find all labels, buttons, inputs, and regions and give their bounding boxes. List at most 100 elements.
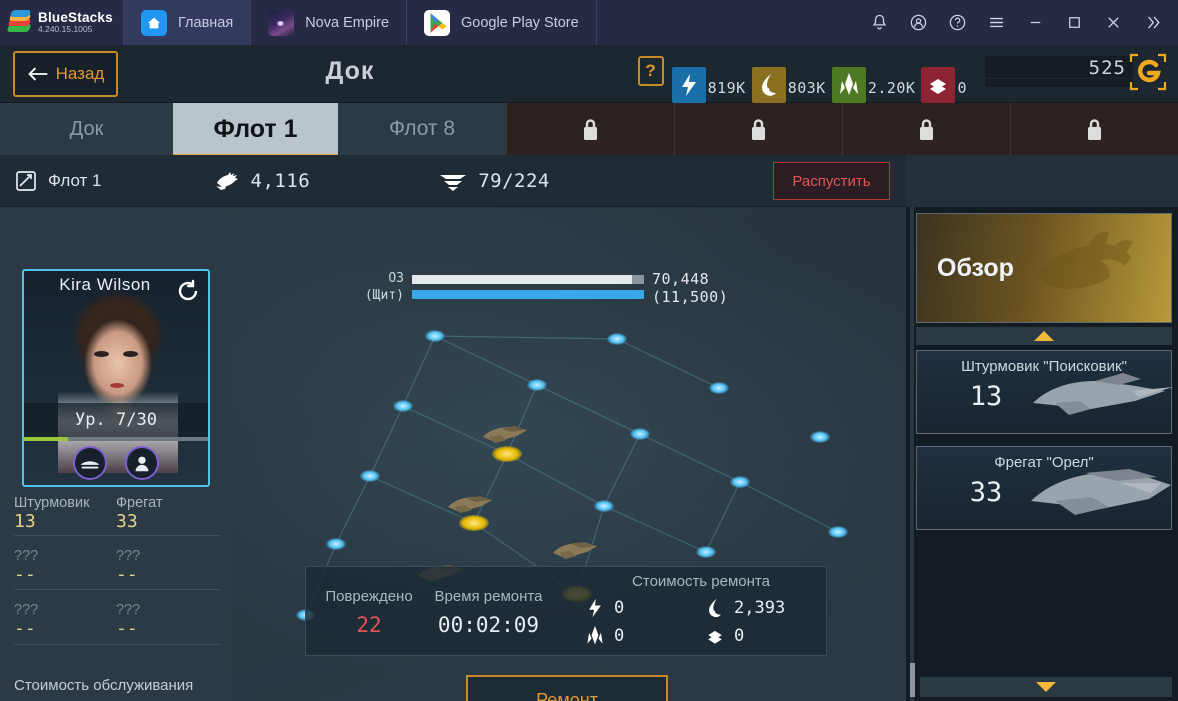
formation-node[interactable] bbox=[326, 538, 346, 550]
game-viewport: Назад Док ? 819K 803K 2.20K 0 525 Док Фл… bbox=[0, 45, 1178, 701]
alloy-value: 0 bbox=[957, 79, 967, 97]
tab-dock[interactable]: Док bbox=[0, 103, 173, 155]
resource-gas[interactable]: 803K bbox=[751, 45, 832, 103]
tab-locked-4[interactable] bbox=[1010, 103, 1178, 155]
close-icon[interactable] bbox=[1094, 0, 1133, 45]
resource-alloy[interactable]: 0 bbox=[921, 45, 973, 103]
formation-node[interactable] bbox=[730, 476, 750, 488]
repair-cost-crystal-value: 0 bbox=[614, 626, 625, 646]
overview-ship-art bbox=[1027, 224, 1157, 314]
gas-icon bbox=[709, 598, 721, 618]
maintenance-cost: Стоимость обслуживания 145 145 bbox=[14, 677, 224, 701]
lock-icon bbox=[752, 118, 765, 140]
stat-value: -- bbox=[116, 564, 138, 585]
formation-node-occupied[interactable] bbox=[459, 515, 489, 531]
alloy-icon bbox=[708, 630, 722, 644]
tab-locked-3[interactable] bbox=[842, 103, 1010, 155]
menu-icon[interactable] bbox=[977, 0, 1016, 45]
triangle-down-icon bbox=[1036, 682, 1056, 692]
sidebar-scrollbar-thumb[interactable] bbox=[910, 663, 915, 697]
help-icon[interactable] bbox=[938, 0, 977, 45]
premium-currency[interactable]: 525 bbox=[985, 52, 1170, 92]
tab-locked-1[interactable] bbox=[506, 103, 674, 155]
fleet-power-item: 4,116 bbox=[214, 169, 311, 193]
tab-fleet-8-label: Флот 8 bbox=[388, 117, 456, 140]
hp-shield-values: 70,448 (11,500) bbox=[652, 270, 728, 306]
tab-google-play-store[interactable]: Google Play Store bbox=[407, 0, 596, 45]
formation-ship[interactable] bbox=[481, 424, 529, 444]
quest-badge[interactable]: ? bbox=[637, 56, 664, 86]
formation-node-occupied[interactable] bbox=[492, 446, 522, 462]
tab-home[interactable]: Главная bbox=[124, 0, 251, 45]
formation-node[interactable] bbox=[527, 379, 547, 391]
minimize-icon[interactable] bbox=[1016, 0, 1055, 45]
stat-value: 33 bbox=[116, 511, 138, 532]
gas-value: 803K bbox=[787, 79, 826, 97]
repair-cost-metal-value: 0 bbox=[614, 598, 625, 618]
fleet-name-item[interactable]: Флот 1 bbox=[14, 169, 102, 193]
notifications-icon[interactable] bbox=[860, 0, 899, 45]
triangle-up-icon bbox=[1034, 331, 1054, 341]
resource-metal[interactable]: 819K bbox=[671, 45, 752, 103]
commander-card[interactable]: Kira Wilson Ур. 7/30 bbox=[22, 269, 210, 487]
formation-node[interactable] bbox=[709, 382, 729, 394]
sidebar-ship-card[interactable]: Фрегат "Орел" 33 bbox=[916, 446, 1172, 530]
arrow-left-icon bbox=[27, 67, 47, 81]
repair-cost-metal: 0 bbox=[584, 597, 704, 619]
stat-value: -- bbox=[14, 618, 36, 639]
tab-fleet-8[interactable]: Флот 8 bbox=[338, 103, 506, 155]
hp-bar bbox=[412, 275, 644, 284]
formation-node[interactable] bbox=[630, 428, 650, 440]
repair-cost-crystal: 0 bbox=[584, 625, 704, 647]
window-actions bbox=[860, 0, 1178, 45]
chevron-double-right-icon[interactable] bbox=[1133, 0, 1172, 45]
sidebar-scrollbar-track[interactable] bbox=[910, 207, 914, 701]
damaged-label: Повреждено bbox=[325, 588, 413, 605]
divider bbox=[14, 535, 220, 536]
tab-locked-2[interactable] bbox=[674, 103, 842, 155]
ship-slot-icon[interactable] bbox=[73, 446, 107, 480]
gas-icon bbox=[751, 67, 786, 103]
account-icon[interactable] bbox=[899, 0, 938, 45]
formation-node[interactable] bbox=[393, 400, 413, 412]
tab-nova-empire[interactable]: Nova Empire bbox=[251, 0, 406, 45]
sidebar-overview-label: Обзор bbox=[937, 253, 1014, 282]
sidebar-overview-card[interactable]: Обзор bbox=[916, 213, 1172, 323]
tab-dock-label: Док bbox=[69, 117, 104, 140]
stat-row-0: Штурмовик 13 Фрегат 33 bbox=[14, 495, 218, 532]
formation-ship[interactable] bbox=[551, 540, 599, 560]
sidebar-scroll-up-button[interactable] bbox=[916, 327, 1172, 345]
formation-node[interactable] bbox=[828, 526, 848, 538]
tab-fleet-1-label: Флот 1 bbox=[213, 114, 298, 143]
formation-node[interactable] bbox=[810, 431, 830, 443]
back-button[interactable]: Назад bbox=[13, 51, 118, 97]
stat-key: Штурмовик bbox=[14, 495, 90, 511]
repair-cost-gas: 2,393 bbox=[704, 597, 824, 619]
formation-node[interactable] bbox=[696, 546, 716, 558]
sidebar-ship-card[interactable]: Штурмовик "Поисковик" 13 bbox=[916, 350, 1175, 434]
tab-home-label: Главная bbox=[178, 14, 234, 31]
maximize-icon[interactable] bbox=[1055, 0, 1094, 45]
formation-node[interactable] bbox=[594, 500, 614, 512]
sidebar-scroll-down-button[interactable] bbox=[920, 677, 1172, 697]
disband-button[interactable]: Распустить bbox=[773, 162, 890, 200]
ship-thumbnail bbox=[1025, 365, 1175, 425]
tab-fleet-1[interactable]: Флот 1 bbox=[173, 103, 338, 157]
resource-bar: ? 819K 803K 2.20K 0 525 bbox=[637, 45, 1170, 103]
hp-label: ОЗ bbox=[388, 271, 404, 286]
refresh-icon[interactable] bbox=[176, 279, 200, 303]
metal-icon bbox=[671, 67, 706, 103]
repair-time-value: 00:02:09 bbox=[437, 613, 540, 637]
formation-node[interactable] bbox=[360, 470, 380, 482]
crystal-icon bbox=[587, 625, 603, 645]
repair-button[interactable]: Ремонт bbox=[466, 675, 668, 701]
stat-row-1: ??? -- ??? -- bbox=[14, 548, 218, 585]
resource-crystal[interactable]: 2.20K bbox=[831, 45, 922, 103]
stat-key: Фрегат bbox=[116, 495, 163, 511]
formation-node[interactable] bbox=[607, 333, 627, 345]
repair-cost-title: Стоимость ремонта bbox=[632, 573, 770, 590]
app-version: 4.240.15.1005 bbox=[38, 24, 93, 35]
formation-ship[interactable] bbox=[446, 494, 494, 514]
formation-node[interactable] bbox=[425, 330, 445, 342]
officer-slot-icon[interactable] bbox=[125, 446, 159, 480]
